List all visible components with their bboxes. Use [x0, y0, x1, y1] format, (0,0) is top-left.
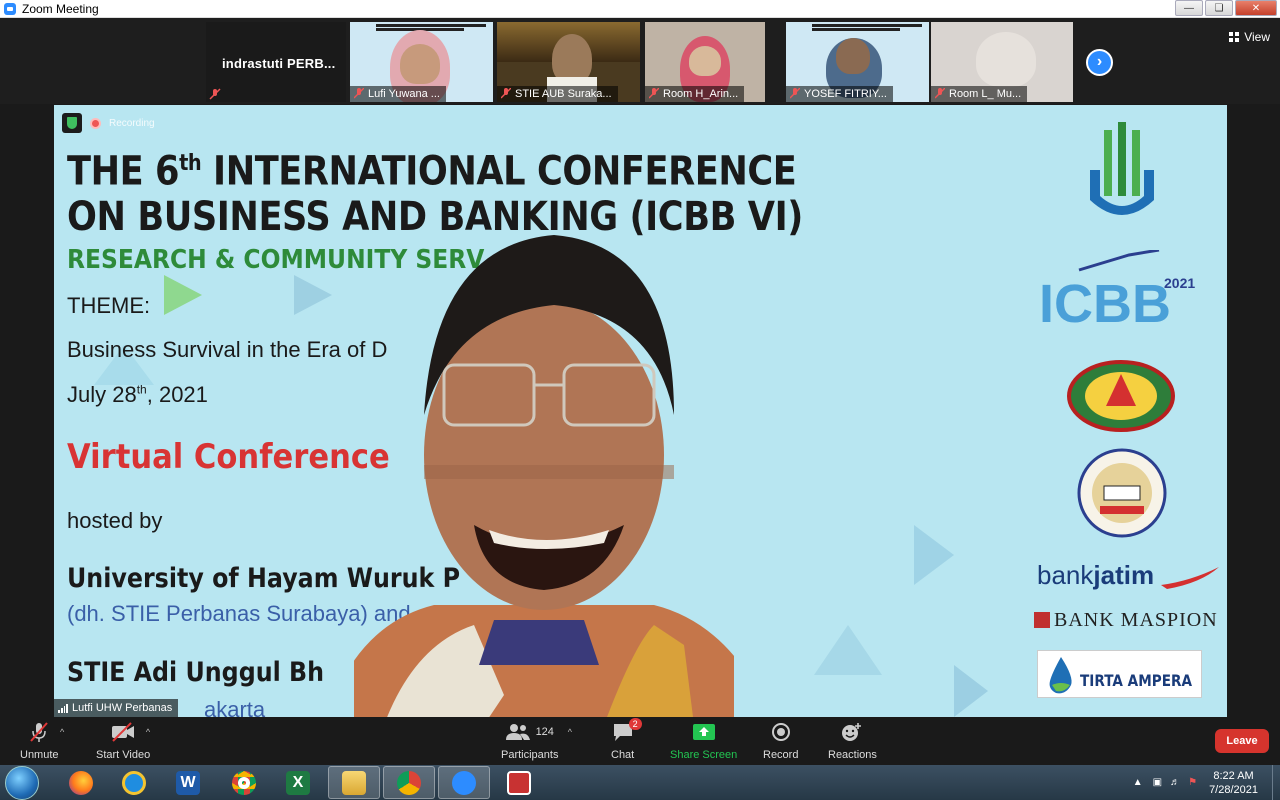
host-city-partial: akarta — [204, 697, 266, 717]
taskbar-firefox[interactable] — [55, 766, 107, 799]
participants-count: 124 — [535, 726, 554, 738]
window-titlebar: Zoom Meeting — ❏ ✕ — [0, 0, 1280, 18]
audio-options-chevron[interactable]: ^ — [60, 727, 64, 737]
mic-muted-icon — [935, 88, 945, 99]
presentation-app-icon — [507, 770, 531, 795]
thumbnail-label: Room L_ Mu... — [931, 86, 1028, 102]
reactions-button[interactable]: Reactions — [828, 721, 877, 761]
participant-thumbnail[interactable]: STIE AUB Suraka... — [497, 22, 640, 102]
taskbar-file-explorer[interactable] — [328, 766, 380, 799]
minimize-button[interactable]: — — [1175, 0, 1203, 16]
mic-muted-icon — [354, 88, 364, 99]
windows-taskbar: W X ▲ ▣ ♬ ⚑ 8:22 AM 7/28/2021 — [0, 765, 1280, 800]
hosted-by: hosted by — [67, 508, 163, 533]
taskbar-excel[interactable]: X — [272, 766, 324, 799]
meeting-controls-bar: ^ Unmute ^ Start Video 124 ^ Participant… — [0, 717, 1280, 765]
leave-button[interactable]: Leave — [1215, 729, 1269, 753]
tirta-ampera-logo: TIRTA AMPERA — [1037, 650, 1202, 698]
icbb-year: 2021 — [1164, 275, 1196, 291]
unmute-button[interactable]: ^ Unmute — [20, 721, 64, 761]
participant-tile-name-only[interactable]: indrastuti PERB... — [206, 22, 346, 102]
institution-seal-logo — [1067, 360, 1175, 432]
participant-thumbnail[interactable]: Room H_Arin... — [645, 22, 765, 102]
taskbar-app-red[interactable] — [493, 766, 545, 799]
participants-options-chevron[interactable]: ^ — [568, 727, 572, 737]
taskbar-internet-explorer[interactable] — [108, 766, 160, 799]
host-stie: STIE Adi Unggul Bh — [67, 657, 325, 688]
water-drop-icon — [1049, 657, 1072, 694]
bank-maspion-logo: BANK MASPION — [1034, 609, 1218, 632]
participants-icon — [505, 724, 530, 740]
excel-icon: X — [286, 770, 310, 795]
stie-seal-logo — [1077, 448, 1167, 538]
system-tray: ▲ ▣ ♬ ⚑ 8:22 AM 7/28/2021 — [1133, 765, 1280, 800]
volume-icon[interactable]: ♬ — [1170, 777, 1180, 788]
speaker-name-tag: Lutfi UHW Perbanas — [54, 699, 179, 717]
windows-start-button[interactable] — [5, 766, 39, 800]
taskbar-clock[interactable]: 8:22 AM 7/28/2021 — [1209, 769, 1258, 797]
action-center-icon[interactable]: ⚑ — [1188, 777, 1197, 788]
participant-thumbnail[interactable]: Lufi Yuwana ... — [350, 22, 493, 102]
conference-date: July 28th, 2021 — [67, 382, 208, 407]
zoom-icon — [452, 770, 476, 795]
bankjatim-swoosh-icon — [1161, 567, 1220, 590]
chat-button[interactable]: 2 Chat — [611, 718, 642, 761]
firefox-icon — [69, 770, 93, 795]
mic-muted-icon — [649, 88, 659, 99]
virtual-conference-heading: Virtual Conference — [67, 437, 390, 477]
theme-label: THEME: — [67, 293, 151, 318]
participant-thumbnail[interactable]: Room L_ Mu... — [931, 22, 1073, 102]
word-icon: W — [176, 770, 200, 795]
chrome-icon — [397, 770, 421, 795]
smiley-plus-icon — [842, 723, 862, 741]
active-speaker-video: THE 6th INTERNATIONAL CONFERENCE ON BUSI… — [54, 105, 1227, 717]
close-button[interactable]: ✕ — [1235, 0, 1277, 16]
participant-thumbnail[interactable]: YOSEF FITRIY... — [786, 22, 929, 102]
theme-text: Business Survival in the Era of D — [67, 337, 388, 362]
view-button[interactable]: View — [1229, 30, 1270, 44]
zoom-app-icon — [4, 2, 16, 15]
mic-muted-icon — [209, 88, 221, 100]
start-video-button[interactable]: ^ Start Video — [96, 721, 150, 761]
record-button[interactable]: Record — [763, 721, 798, 761]
mic-muted-icon — [501, 88, 511, 99]
microphone-muted-icon — [30, 722, 49, 742]
chrome-icon — [232, 770, 256, 795]
speaker-video-person — [354, 235, 734, 717]
grid-icon — [1229, 32, 1240, 42]
university-shield-logo — [1090, 122, 1154, 215]
mic-muted-icon — [790, 88, 800, 99]
security-shield-icon[interactable] — [62, 113, 82, 133]
participant-name: indrastuti PERB... — [222, 56, 336, 71]
thumbnail-label: STIE AUB Suraka... — [497, 86, 618, 102]
taskbar-chrome[interactable] — [218, 766, 270, 799]
tray-expand-icon[interactable]: ▲ — [1133, 777, 1143, 788]
thumbnail-label: Lufi Yuwana ... — [350, 86, 446, 102]
video-options-chevron[interactable]: ^ — [146, 727, 150, 737]
taskbar-word[interactable]: W — [162, 766, 214, 799]
svg-text:ICBB: ICBB — [1039, 274, 1171, 330]
video-camera-off-icon — [112, 722, 135, 742]
bankjatim-logo: bankjatim — [1037, 560, 1221, 591]
window-title: Zoom Meeting — [22, 1, 99, 16]
maximize-button[interactable]: ❏ — [1205, 0, 1233, 16]
signal-bars-icon — [58, 704, 68, 713]
chat-unread-badge: 2 — [628, 718, 642, 730]
show-desktop-button[interactable] — [1272, 765, 1280, 800]
thumbnail-label: YOSEF FITRIY... — [786, 86, 893, 102]
network-icon[interactable]: ▣ — [1153, 777, 1162, 788]
folder-icon — [342, 770, 366, 795]
record-icon — [771, 723, 790, 741]
participants-button[interactable]: 124 ^ Participants — [501, 721, 572, 761]
next-page-button[interactable]: › — [1086, 49, 1113, 76]
internet-explorer-icon — [122, 770, 146, 795]
gallery-strip: indrastuti PERB... Lufi Yuwana ... STIE … — [0, 18, 1280, 104]
share-screen-button[interactable]: Share Screen — [670, 721, 737, 761]
taskbar-chrome-window[interactable] — [383, 766, 435, 799]
recording-indicator: Recording — [62, 113, 155, 133]
taskbar-zoom[interactable] — [438, 766, 490, 799]
share-screen-icon — [692, 724, 715, 740]
thumbnail-label: Room H_Arin... — [645, 86, 745, 102]
recording-dot-icon — [90, 117, 101, 129]
